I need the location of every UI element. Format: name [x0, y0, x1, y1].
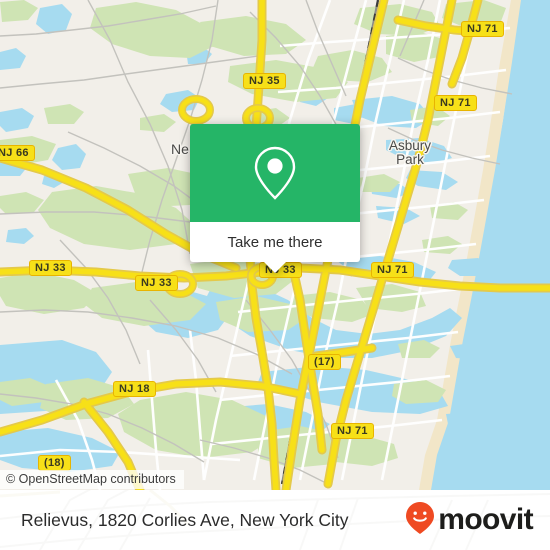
road-shield: NJ 66 [0, 145, 35, 161]
footer-bar: Relievus, 1820 Corlies Ave, New York Cit… [0, 490, 550, 550]
road-shield: NJ 35 [243, 73, 286, 89]
map-pin-icon [252, 144, 298, 202]
moovit-pin-smiley-icon [405, 501, 435, 540]
map-canvas[interactable]: NJ 71 NJ 35 NJ 71 NJ 66 NJ 33 NJ 33 NJ 3… [0, 0, 550, 490]
moovit-wordmark: moovit [438, 503, 533, 536]
osm-attribution[interactable]: © OpenStreetMap contributors [0, 470, 184, 489]
road-shield: NJ 33 [135, 275, 178, 291]
popup-header [190, 124, 360, 222]
popup-pointer [264, 262, 286, 273]
map-screenshot: NJ 71 NJ 35 NJ 71 NJ 66 NJ 33 NJ 33 NJ 3… [0, 0, 550, 550]
road-shield: NJ 71 [434, 95, 477, 111]
road-shield: NJ 71 [331, 423, 374, 439]
moovit-brand[interactable]: moovit [405, 490, 534, 550]
location-popup-card[interactable]: Take me there [190, 124, 360, 273]
page-title: Relievus, 1820 Corlies Ave, New York Cit… [21, 510, 349, 530]
road-shield: NJ 71 [371, 262, 414, 278]
road-shield: NJ 18 [113, 381, 156, 397]
take-me-there-label: Take me there [227, 233, 323, 251]
road-shield: NJ 33 [29, 260, 72, 276]
take-me-there-button[interactable]: Take me there [190, 222, 360, 262]
road-shield: (17) [308, 354, 341, 370]
road-shield: NJ 71 [461, 21, 504, 37]
road-shield: (18) [38, 455, 71, 471]
